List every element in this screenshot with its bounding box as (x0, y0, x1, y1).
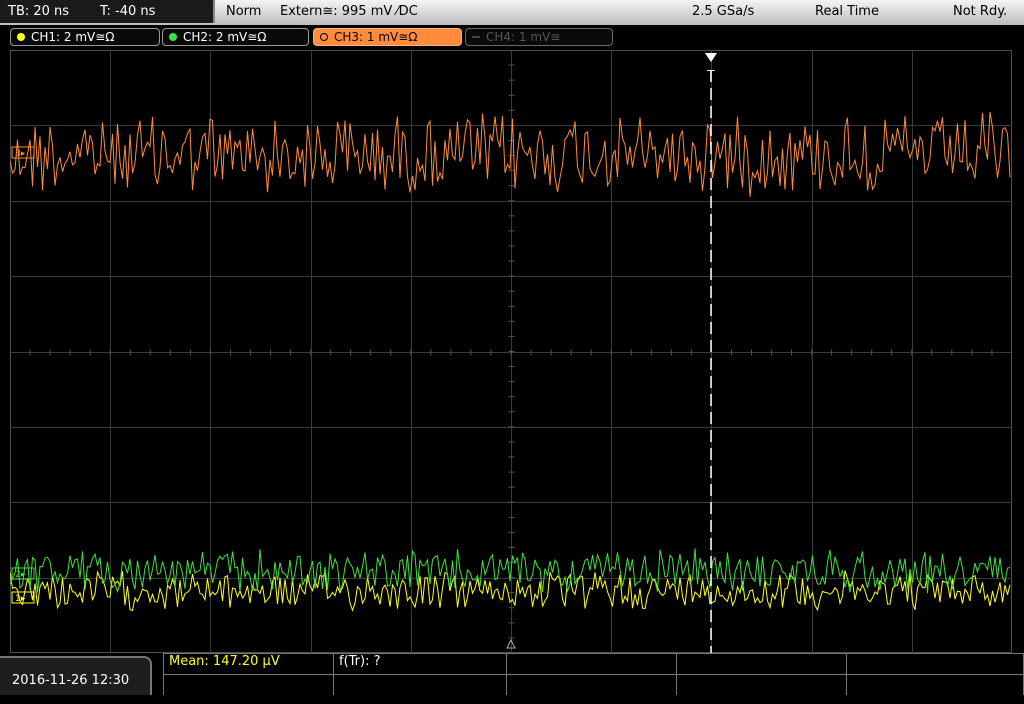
status-bar: TB: 20 ns T: -40 ns Norm Extern≅: 995 mV… (0, 0, 1024, 25)
timebase-label: TB: 20 ns (8, 4, 70, 19)
trigger-time-label: T: -40 ns (100, 4, 156, 19)
frequency-measurement[interactable]: f(Tr): ? (339, 654, 381, 669)
ch3-marker-label: 3▸ (15, 149, 26, 159)
ch3-tab[interactable]: CH3: 1 mV≅Ω (313, 28, 462, 46)
acquisition-state: Not Rdy. (953, 4, 1008, 19)
datetime-box: 2016-11-26 12:30 (0, 656, 152, 695)
acquisition-mode: Real Time (815, 4, 879, 19)
ch2-tab-label: CH2: 2 mV≅Ω (183, 30, 267, 44)
ch3-indicator-icon (320, 33, 328, 41)
ch4-indicator-icon (472, 36, 480, 38)
ch4-tab-label: CH4: 1 mV≅ (486, 30, 561, 44)
ch2-indicator-icon (169, 33, 177, 41)
timebase-box[interactable]: TB: 20 ns T: -40 ns (0, 0, 215, 23)
ch4-tab[interactable]: CH4: 1 mV≅ (465, 28, 613, 46)
ch1-tab[interactable]: CH1: 2 mV≅Ω (10, 28, 160, 46)
ch2-tab[interactable]: CH2: 2 mV≅Ω (162, 28, 309, 46)
trigger-mode[interactable]: Norm (226, 0, 261, 23)
measurement-bar (163, 653, 1024, 695)
ch2-marker-label: 2▸ (15, 570, 26, 580)
mean-measurement[interactable]: Mean: 147.20 µV (169, 654, 280, 669)
ch3-tab-label: CH3: 1 mV≅Ω (334, 30, 418, 44)
ch1-indicator-icon (17, 33, 25, 41)
trigger-letter: T (707, 67, 715, 82)
trigger-source[interactable]: Extern≅: 995 mV ⁄DC (280, 0, 418, 23)
sample-rate: 2.5 GSa/s (692, 4, 755, 19)
ch1-tab-label: CH1: 2 mV≅Ω (31, 30, 115, 44)
ch1-marker-label: 1▸ (15, 594, 26, 604)
datetime: 2016-11-26 12:30 (12, 673, 130, 688)
waveform-display[interactable]: T 3▸ 2▸ 1▸ (10, 50, 1012, 653)
